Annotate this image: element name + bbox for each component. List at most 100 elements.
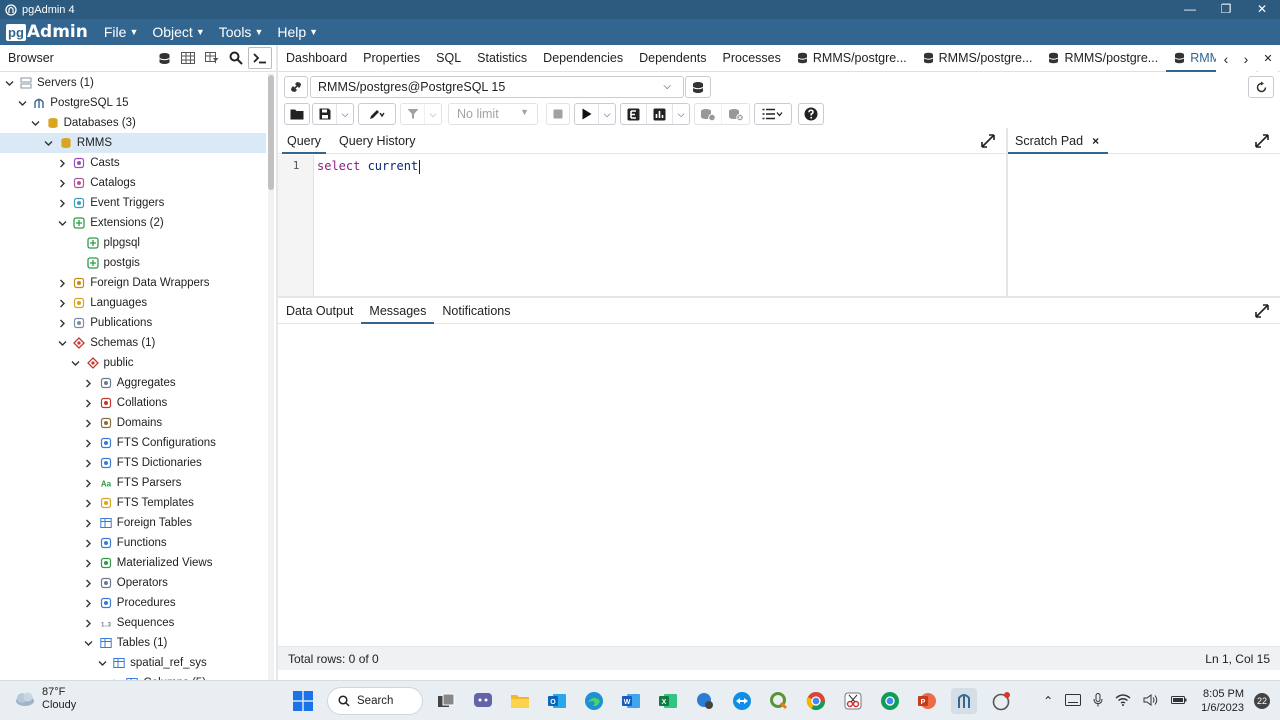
menu-object[interactable]: Object ▼ (152, 24, 204, 40)
tree-node[interactable]: Foreign Data Wrappers (0, 273, 266, 293)
close-scratch-pad-icon[interactable]: × (1092, 134, 1099, 148)
chevron-right-icon[interactable] (84, 518, 94, 528)
explain-analyze-button[interactable] (647, 104, 673, 124)
start-button[interactable] (290, 688, 316, 714)
tree-node[interactable]: spatial_ref_sys (0, 653, 266, 673)
chevron-right-icon[interactable] (84, 478, 94, 488)
main-tab[interactable]: Statistics (469, 45, 535, 72)
filter-rows-button[interactable] (200, 47, 224, 69)
chevron-right-icon[interactable] (57, 198, 67, 208)
menu-tools[interactable]: Tools ▼ (219, 24, 264, 40)
query-tab[interactable]: Query History (330, 128, 424, 154)
tree-node[interactable]: Operators (0, 573, 266, 593)
tree-node[interactable]: Extensions (2) (0, 213, 266, 233)
refresh-layout-button[interactable] (1248, 76, 1274, 98)
powerpoint-icon[interactable]: P (914, 688, 940, 714)
main-tab[interactable]: Dependents (631, 45, 714, 72)
chevron-down-icon[interactable] (57, 338, 67, 348)
tree-node[interactable]: Schemas (1) (0, 333, 266, 353)
chevron-right-icon[interactable] (84, 558, 94, 568)
main-tab[interactable]: Processes (715, 45, 789, 72)
tree-node[interactable]: 1..3 Sequences (0, 613, 266, 633)
chevron-down-icon[interactable] (57, 218, 67, 228)
chevron-down-icon[interactable] (44, 138, 54, 148)
result-tab[interactable]: Data Output (278, 298, 361, 324)
close-tab-button[interactable]: ✕ (1258, 45, 1278, 72)
chevron-right-icon[interactable] (84, 538, 94, 548)
tree-node[interactable]: Databases (3) (0, 113, 266, 133)
chevron-right-icon[interactable] (57, 298, 67, 308)
snipping-tool-icon[interactable] (840, 688, 866, 714)
open-file-button[interactable] (285, 104, 309, 124)
commit-button[interactable] (695, 104, 722, 124)
filter-button[interactable] (401, 104, 425, 124)
tree-node[interactable]: Aa FTS Parsers (0, 473, 266, 493)
tree-node[interactable]: Procedures (0, 593, 266, 613)
chevron-up-icon[interactable]: ⌃ (1043, 694, 1053, 708)
execute-button[interactable] (575, 104, 599, 124)
tree-node[interactable]: postgis (0, 253, 266, 273)
tree-node[interactable]: Publications (0, 313, 266, 333)
tree-node[interactable]: Domains (0, 413, 266, 433)
explain-options-dropdown[interactable]: ⌵ (673, 104, 689, 124)
chevron-right-icon[interactable] (57, 278, 67, 288)
microphone-icon[interactable] (1093, 692, 1103, 710)
search-objects-button[interactable] (224, 47, 248, 69)
notification-badge[interactable]: 22 (1254, 693, 1270, 709)
chevron-right-icon[interactable] (57, 318, 67, 328)
tree-node[interactable]: Languages (0, 293, 266, 313)
tree-node[interactable]: Foreign Tables (0, 513, 266, 533)
menu-file[interactable]: File ▼ (104, 24, 138, 40)
main-tab[interactable]: RMMS/postgre... (789, 45, 915, 72)
chevron-right-icon[interactable] (84, 598, 94, 608)
maximize-editor-icon[interactable] (981, 134, 995, 148)
chevron-right-icon[interactable] (84, 438, 94, 448)
tab-scroll-right[interactable]: › (1236, 45, 1256, 72)
keyboard-layout-icon[interactable] (1065, 693, 1082, 709)
chevron-down-icon[interactable] (17, 98, 27, 108)
pgadmin-taskbar-icon[interactable] (951, 688, 977, 714)
result-tab[interactable]: Notifications (434, 298, 518, 324)
query-tool-button[interactable] (152, 47, 176, 69)
taskbar-search[interactable]: Search (327, 687, 423, 715)
tree-scrollbar[interactable] (268, 73, 274, 680)
save-options-dropdown[interactable]: ⌵ (337, 104, 353, 124)
main-tab[interactable]: Dependencies (535, 45, 631, 72)
chevron-right-icon[interactable] (84, 418, 94, 428)
chevron-right-icon[interactable] (84, 378, 94, 388)
tree-node[interactable]: RMMS (0, 133, 266, 153)
query-tab[interactable]: Query (278, 128, 330, 154)
tree-node[interactable]: FTS Configurations (0, 433, 266, 453)
explain-button[interactable] (621, 104, 647, 124)
menu-help[interactable]: Help ▼ (277, 24, 318, 40)
volume-icon[interactable] (1143, 693, 1159, 709)
stop-query-button[interactable] (547, 104, 569, 124)
tree-node[interactable]: PostgreSQL 15 (0, 93, 266, 113)
result-tab[interactable]: Messages (361, 298, 435, 324)
system-clock[interactable]: 8:05 PM 1/6/2023 (1201, 687, 1244, 715)
chevron-right-icon[interactable] (84, 498, 94, 508)
chevron-right-icon[interactable] (84, 578, 94, 588)
tree-node[interactable]: Servers (1) (0, 73, 266, 93)
main-tab[interactable]: RMMS/postgre... (915, 45, 1041, 72)
tree-node[interactable]: FTS Dictionaries (0, 453, 266, 473)
edit-options-button[interactable] (359, 104, 395, 124)
weather-widget[interactable]: 87°F Cloudy (14, 686, 76, 712)
teams-chat-icon[interactable] (470, 688, 496, 714)
globe-app-icon[interactable] (692, 688, 718, 714)
maximize-scratch-icon[interactable] (1255, 134, 1269, 148)
tree-node[interactable]: Collations (0, 393, 266, 413)
macros-button[interactable] (755, 104, 791, 124)
new-connection-button[interactable] (685, 76, 711, 98)
restore-button[interactable]: ❐ (1208, 0, 1244, 19)
chrome-profile-icon[interactable] (877, 688, 903, 714)
tree-node[interactable]: Catalogs (0, 173, 266, 193)
task-view-icon[interactable] (433, 688, 459, 714)
scratch-pad-tab[interactable]: Scratch Pad × (1008, 128, 1108, 154)
chrome-icon[interactable] (803, 688, 829, 714)
outlook-icon[interactable]: O (544, 688, 570, 714)
main-tab[interactable]: Dashboard (278, 45, 355, 72)
tree-node[interactable]: Casts (0, 153, 266, 173)
tree-node[interactable]: public (0, 353, 266, 373)
wifi-icon[interactable] (1115, 693, 1131, 709)
